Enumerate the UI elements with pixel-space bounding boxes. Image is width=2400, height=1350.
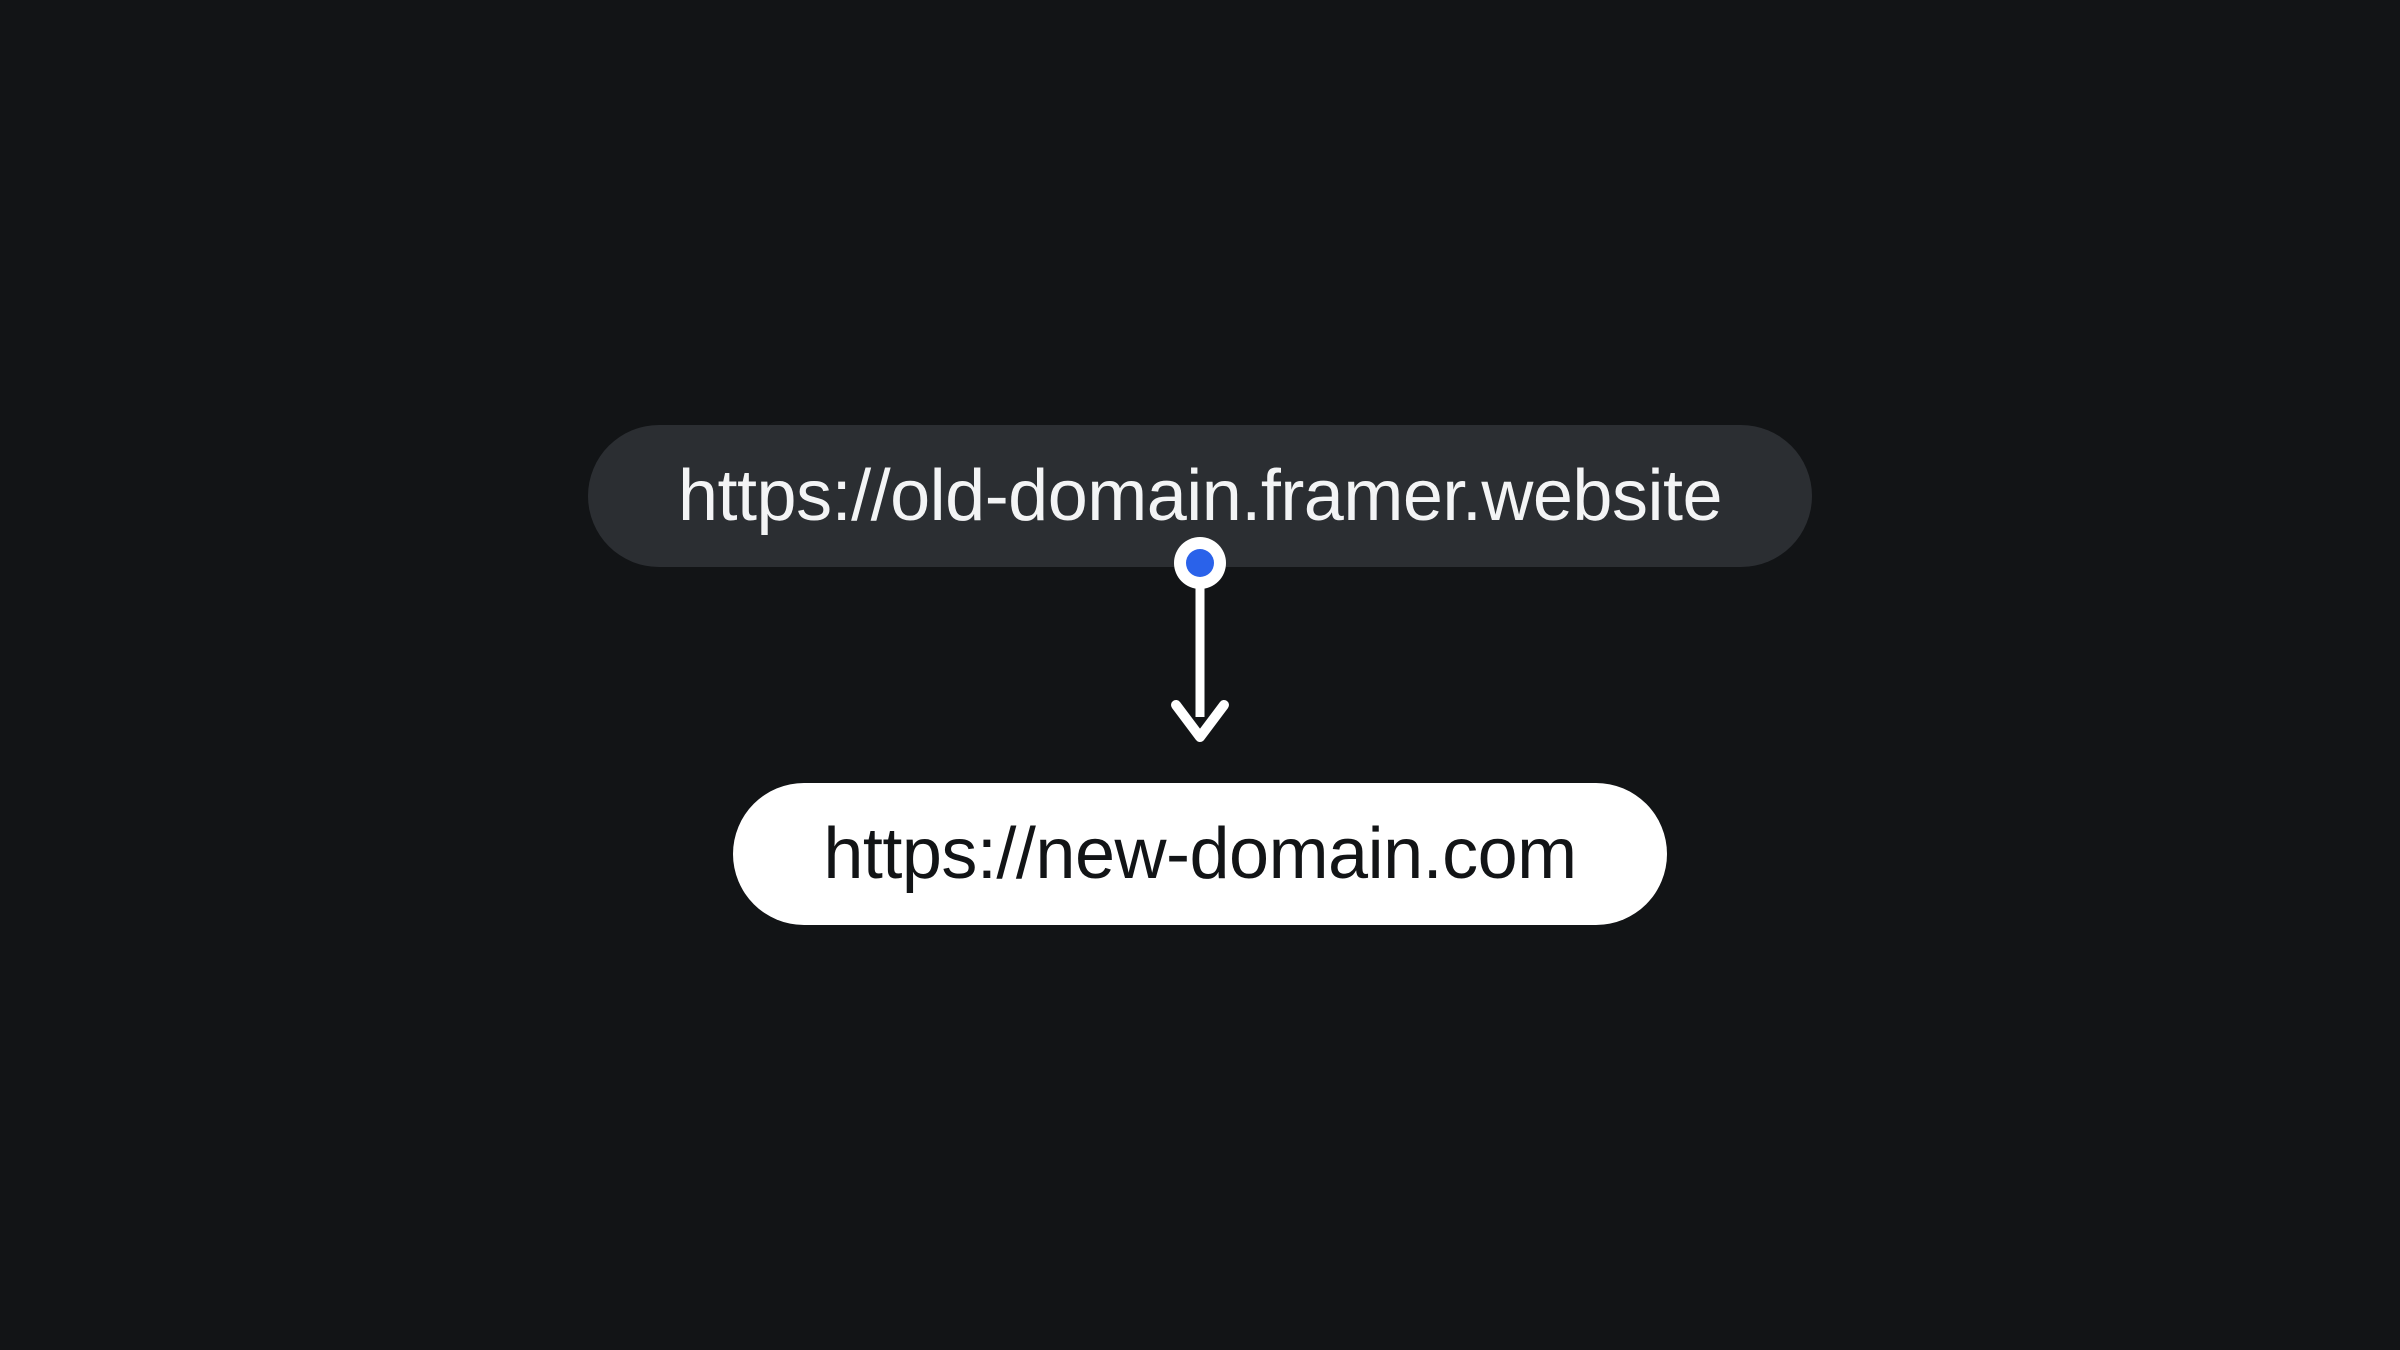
old-domain-text: https://old-domain.framer.website (678, 456, 1722, 536)
node-circle-icon (1174, 537, 1226, 589)
new-domain-text: https://new-domain.com (823, 814, 1576, 894)
node-circle-inner-icon (1186, 549, 1214, 577)
arrow-down-icon (1166, 587, 1234, 747)
connector (1166, 537, 1234, 747)
redirect-diagram: https://old-domain.framer.website https:… (588, 425, 1812, 926)
new-domain-pill: https://new-domain.com (733, 783, 1666, 925)
